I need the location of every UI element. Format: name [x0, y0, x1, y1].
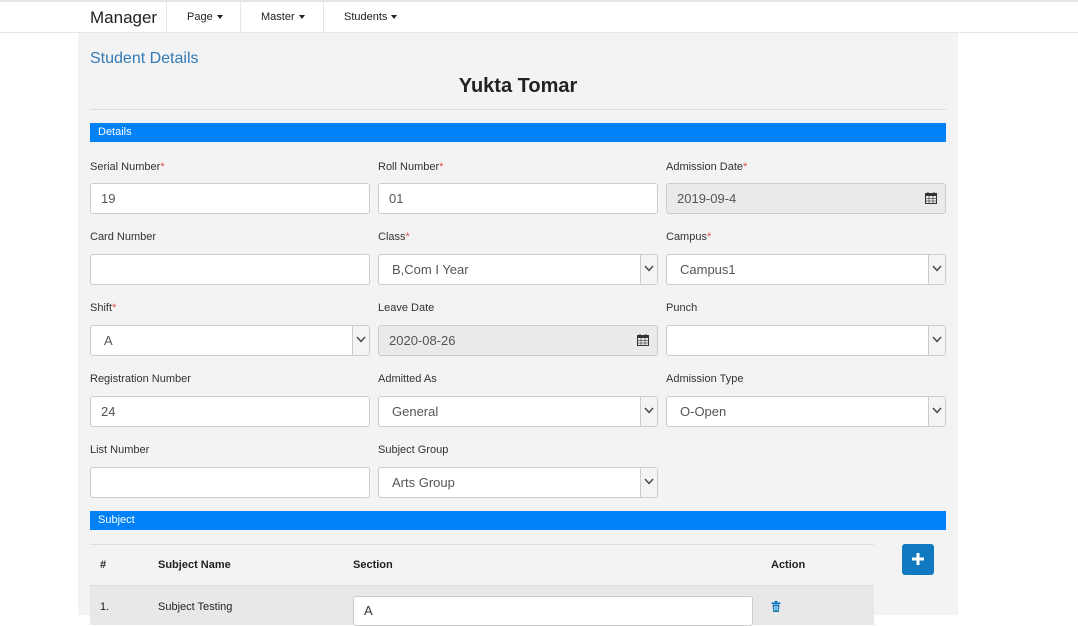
column-header-action: Action — [771, 559, 806, 571]
chevron-down-icon[interactable] — [640, 397, 657, 426]
registration-number-input[interactable]: 24 — [90, 396, 370, 427]
nav-menu-master[interactable]: Master — [240, 2, 324, 32]
row-subject-name: Subject Testing — [158, 601, 233, 613]
chevron-down-icon[interactable] — [640, 468, 657, 497]
trash-icon[interactable] — [771, 601, 781, 612]
subject-group-select[interactable]: Arts Group — [378, 467, 658, 498]
campus-value: Campus1 — [680, 262, 736, 277]
leave-date-value: 2020-08-26 — [389, 333, 456, 348]
nav-menu-students[interactable]: Students — [323, 2, 418, 32]
column-header-subject-name: Subject Name — [158, 559, 231, 571]
class-label: Class* — [378, 231, 410, 243]
student-name: Yukta Tomar — [458, 75, 578, 97]
row-section-input[interactable]: A — [353, 596, 753, 626]
punch-select[interactable] — [666, 325, 946, 356]
campus-select[interactable]: Campus1 — [666, 254, 946, 285]
punch-label: Punch — [666, 302, 698, 314]
chevron-down-icon[interactable] — [928, 255, 945, 284]
roll-number-input[interactable]: 01 — [378, 183, 658, 214]
calendar-icon[interactable] — [925, 192, 937, 204]
admission-date-label: Admission Date* — [666, 161, 748, 173]
serial-number-input[interactable]: 19 — [90, 183, 370, 214]
registration-number-label: Registration Number — [90, 373, 191, 385]
navbar: Manager Page Master Students — [0, 2, 1078, 33]
admitted-as-value: General — [392, 404, 439, 419]
nav-menu-students-label: Students — [344, 11, 388, 23]
chevron-down-icon[interactable] — [928, 397, 945, 426]
list-number-label: List Number — [90, 444, 150, 456]
details-section-header: Details — [90, 123, 946, 142]
subject-group-label: Subject Group — [378, 444, 449, 456]
card-number-label: Card Number — [90, 231, 157, 243]
caret-down-icon — [216, 15, 223, 20]
campus-label: Campus* — [666, 231, 712, 243]
leave-date-label: Leave Date — [378, 302, 435, 314]
subject-section-header: Subject — [90, 511, 946, 530]
chevron-down-icon[interactable] — [928, 326, 945, 355]
column-header-index: # — [100, 559, 107, 571]
main-panel: Student Details Yukta Tomar Details Seri… — [78, 33, 958, 626]
add-subject-button[interactable] — [902, 544, 934, 575]
list-number-input[interactable] — [90, 467, 370, 498]
admission-date-value: 2019-09-4 — [677, 191, 737, 206]
shift-label: Shift* — [90, 302, 117, 314]
caret-down-icon — [391, 15, 398, 20]
class-value: B,Com I Year — [392, 262, 469, 277]
column-header-section: Section — [353, 559, 393, 571]
admission-type-label: Admission Type — [666, 373, 744, 385]
admission-type-value: O-Open — [680, 404, 727, 419]
nav-menu-page-label: Page — [187, 11, 213, 23]
leave-date-input[interactable]: 2020-08-26 — [378, 325, 658, 356]
row-index: 1. — [100, 601, 110, 613]
nav-menu-master-label: Master — [261, 11, 295, 23]
shift-value: A — [104, 333, 113, 348]
table-row: 1. Subject Testing A — [90, 585, 874, 626]
roll-number-label: Roll Number* — [378, 161, 444, 173]
admission-date-input[interactable]: 2019-09-4 — [666, 183, 946, 214]
subject-group-value: Arts Group — [392, 475, 455, 490]
divider — [90, 109, 946, 110]
page-title: Student Details — [90, 50, 199, 67]
plus-icon — [912, 553, 924, 565]
shift-select[interactable]: A — [90, 325, 370, 356]
nav-menu-page[interactable]: Page — [166, 2, 241, 32]
admitted-as-select[interactable]: General — [378, 396, 658, 427]
caret-down-icon — [298, 15, 305, 20]
class-select[interactable]: B,Com I Year — [378, 254, 658, 285]
brand[interactable]: Manager — [90, 8, 157, 28]
serial-number-label: Serial Number* — [90, 161, 165, 173]
subject-table-header: # Subject Name Section Action — [90, 544, 874, 585]
calendar-icon[interactable] — [637, 334, 649, 346]
admission-type-select[interactable]: O-Open — [666, 396, 946, 427]
admitted-as-label: Admitted As — [378, 373, 437, 385]
chevron-down-icon[interactable] — [640, 255, 657, 284]
card-number-input[interactable] — [90, 254, 370, 285]
chevron-down-icon[interactable] — [352, 326, 369, 355]
